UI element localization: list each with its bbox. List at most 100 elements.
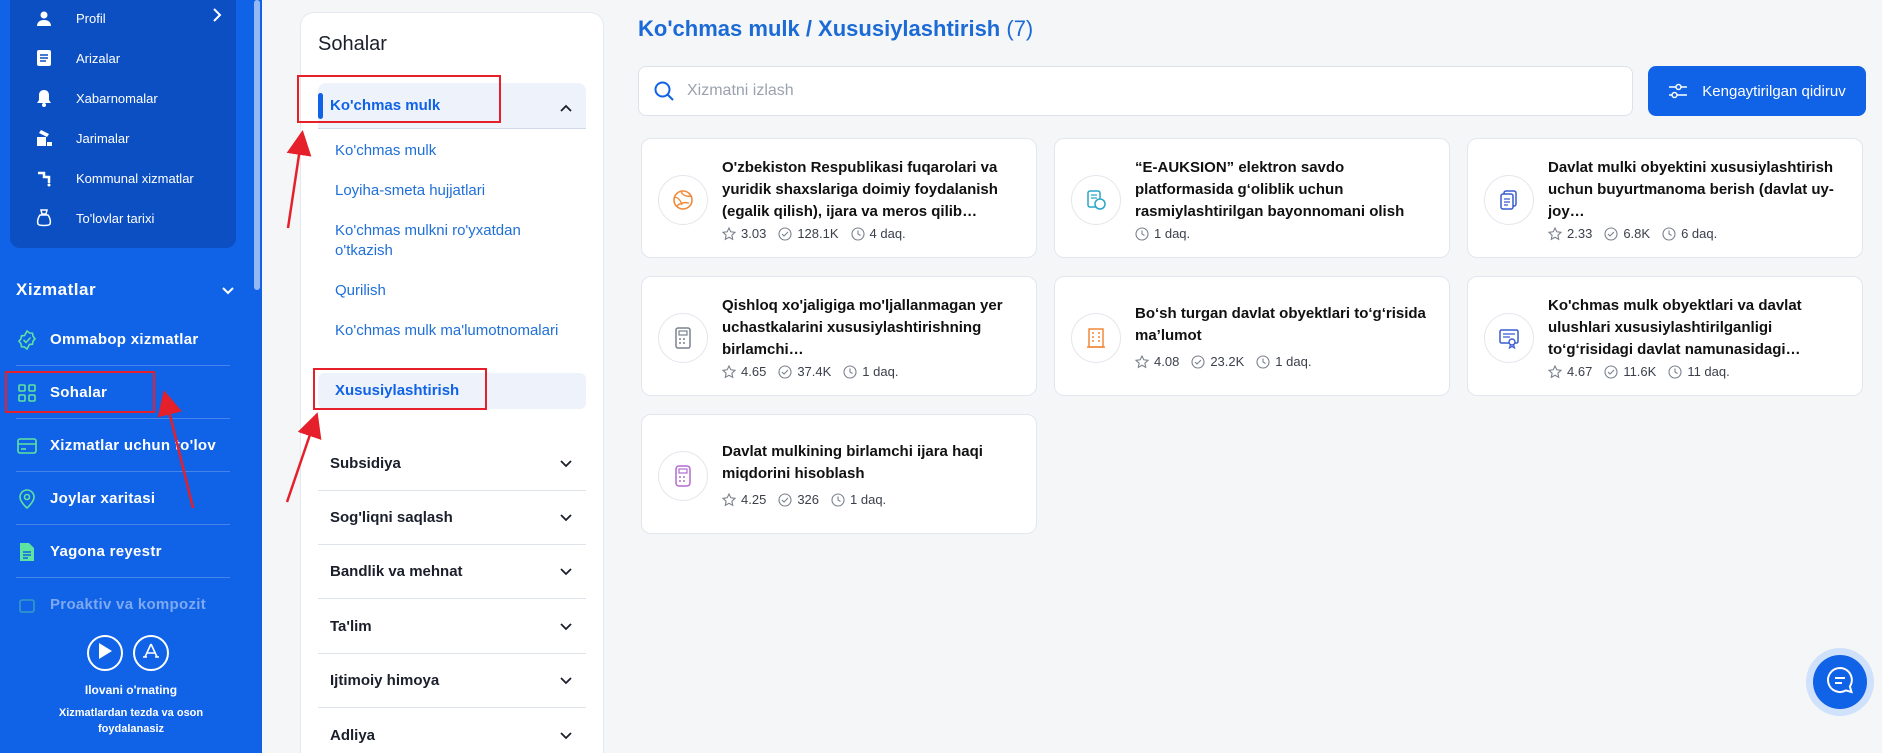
duration: 1 daq.: [1154, 226, 1191, 241]
clock-icon: [843, 364, 857, 379]
profile-menu-label: Kommunal xizmatlar: [76, 170, 194, 186]
duration: 11 daq.: [1687, 364, 1730, 379]
service-title: O'zbekiston Respublikasi fuqarolari va y…: [722, 159, 998, 220]
chat-bubble-icon: [1825, 665, 1855, 700]
promo-title: Ilovani o'rnating: [84, 683, 178, 697]
sidebar-item-label: Xizmatlar uchun to'lov: [50, 437, 217, 454]
subcategory-item[interactable]: Qurilish: [335, 281, 565, 301]
service-card[interactable]: Ko'chmas mulk obyektlari va davlat ulush…: [1467, 276, 1863, 396]
check-circle-icon: [1604, 226, 1618, 241]
profile-menu-item-tolovlar[interactable]: To'lovlar tarixi: [10, 198, 236, 238]
promo-subtitle: Xizmatlardan tezda va oson foydalanasiz: [58, 707, 204, 735]
category-label: Ijtimoiy himoya: [330, 672, 440, 689]
profile-menu-label: Arizalar: [76, 50, 121, 66]
service-card[interactable]: Bo‘sh turgan davlat obyektlari to‘g‘risi…: [1054, 276, 1450, 396]
chevron-right-icon: [212, 8, 222, 25]
rating: 4.65: [741, 364, 767, 379]
category-label: Subsidiya: [330, 455, 401, 472]
clock-icon: [1662, 226, 1676, 241]
fine-icon: [34, 128, 54, 148]
clock-icon: [831, 492, 845, 507]
location-pin-icon: [16, 488, 38, 510]
category-adliya[interactable]: Adliya: [318, 709, 586, 753]
google-play-button[interactable]: [87, 635, 123, 671]
profile-menu-item-jarimalar[interactable]: Jarimalar: [10, 118, 236, 158]
building-icon: [1071, 313, 1121, 363]
service-title: Davlat mulki obyektini xususiylashtirish…: [1548, 159, 1834, 220]
page-title: Ko'chmas mulk / Xususiylashtirish (7): [638, 16, 1033, 42]
service-title: “E-AUKSION” elektron savdo platformasida…: [1135, 159, 1405, 220]
category-ijtimoiy[interactable]: Ijtimoiy himoya: [318, 654, 586, 708]
duration: 1 daq.: [1275, 354, 1312, 369]
sidebar-item-proaktiv[interactable]: Proaktiv va kompozit: [16, 578, 230, 630]
service-title: Qishloq xo'jaligiga mo'ljallanmagan yer …: [722, 297, 1003, 358]
service-title: Bo‘sh turgan davlat obyektlari to‘g‘risi…: [1135, 305, 1426, 344]
advanced-search-button[interactable]: Kengaytirilgan qidiruv: [1648, 66, 1866, 116]
section-title: Xizmatlar: [16, 280, 97, 299]
copy-document-icon: [1484, 175, 1534, 225]
check-circle-icon: [778, 492, 792, 507]
annotation-box-sohalar: [5, 371, 155, 413]
category-soglik[interactable]: Sog'liqni saqlash: [318, 491, 586, 545]
annotation-box-xususiylashtirish: [313, 368, 487, 410]
sidebar-item-tolov[interactable]: Xizmatlar uchun to'lov: [16, 420, 230, 472]
search-icon: [653, 80, 675, 102]
app-store-button[interactable]: [133, 635, 169, 671]
service-card[interactable]: “E-AUKSION” elektron savdo platformasida…: [1054, 138, 1450, 258]
service-meta: 4.67 11.6K 11 daq.: [1548, 364, 1742, 379]
subcategory-item[interactable]: Ko'chmas mulk ma'lumotnomalari: [335, 321, 565, 341]
document-list-icon: [34, 48, 54, 68]
usage-count: 128.1K: [797, 226, 839, 241]
service-card[interactable]: Qishloq xo'jaligiga mo'ljallanmagan yer …: [641, 276, 1037, 396]
profile-menu-item-arizalar[interactable]: Arizalar: [10, 38, 236, 78]
profile-menu: Profil Arizalar Xabarnomalar Jarimalar K…: [10, 0, 236, 248]
search-input[interactable]: [687, 82, 1632, 100]
subcategory-item[interactable]: Ko'chmas mulkni ro'yxatdan o'tkazish: [335, 221, 565, 261]
sidebar-item-label: Proaktiv va kompozit: [50, 595, 207, 613]
globe-icon: [658, 175, 708, 225]
sidebar-item-reyestr[interactable]: Yagona reyestr: [16, 526, 230, 578]
stack-icon: [16, 593, 38, 615]
profile-menu-item-profil[interactable]: Profil: [10, 0, 236, 38]
chat-button-inner: [1813, 655, 1867, 709]
check-circle-icon: [1604, 364, 1618, 379]
chat-support-button[interactable]: [1806, 648, 1874, 716]
category-subsidiya[interactable]: Subsidiya: [318, 437, 586, 491]
star-icon: [1548, 364, 1562, 378]
profile-menu-item-xabarnomalar[interactable]: Xabarnomalar: [10, 78, 236, 118]
subcategory-item[interactable]: Loyiha-smeta hujjatlari: [335, 181, 565, 201]
sidebar-item-ommabop[interactable]: Ommabop xizmatlar: [16, 314, 230, 366]
sidebar-scrollbar[interactable]: [254, 0, 260, 290]
star-icon: [722, 226, 736, 240]
chevron-down-icon: [560, 727, 572, 745]
annotation-box-kochmas-mulk: [297, 75, 501, 123]
service-title: Ko'chmas mulk obyektlari va davlat ulush…: [1548, 297, 1802, 358]
sidebar-item-label: Joylar xaritasi: [50, 490, 156, 507]
category-bandlik[interactable]: Bandlik va mehnat: [318, 545, 586, 599]
app-store-icon: [142, 642, 160, 665]
sidebar-item-label: Yagona reyestr: [50, 543, 162, 560]
usage-count: 326: [797, 492, 820, 507]
chevron-down-icon: [560, 509, 572, 527]
rating: 2.33: [1567, 226, 1593, 241]
search-box: [638, 66, 1633, 116]
check-circle-icon: [1191, 354, 1205, 369]
category-label: Sog'liqni saqlash: [330, 509, 453, 526]
service-card[interactable]: O'zbekiston Respublikasi fuqarolari va y…: [641, 138, 1037, 258]
service-title: Davlat mulkining birlamchi ijara haqi mi…: [722, 443, 983, 482]
service-meta: 3.03 128.1K 4 daq.: [722, 226, 918, 241]
duration: 1 daq.: [862, 364, 899, 379]
subcategory-item[interactable]: Ko'chmas mulk: [335, 141, 565, 161]
service-card[interactable]: Davlat mulki obyektini xususiylashtirish…: [1467, 138, 1863, 258]
clock-icon: [1256, 354, 1270, 369]
usage-count: 37.4K: [797, 364, 832, 379]
chevron-down-icon: [560, 672, 572, 690]
service-card[interactable]: Davlat mulkining birlamchi ijara haqi mi…: [641, 414, 1037, 534]
profile-menu-item-kommunal[interactable]: Kommunal xizmatlar: [10, 158, 236, 198]
usage-count: 6.8K: [1623, 226, 1651, 241]
category-talim[interactable]: Ta'lim: [318, 600, 586, 654]
sidebar-item-joylar[interactable]: Joylar xaritasi: [16, 473, 230, 525]
category-label: Ta'lim: [330, 618, 372, 635]
xizmatlar-section-header[interactable]: Xizmatlar: [16, 280, 234, 300]
chevron-up-icon: [560, 99, 572, 117]
